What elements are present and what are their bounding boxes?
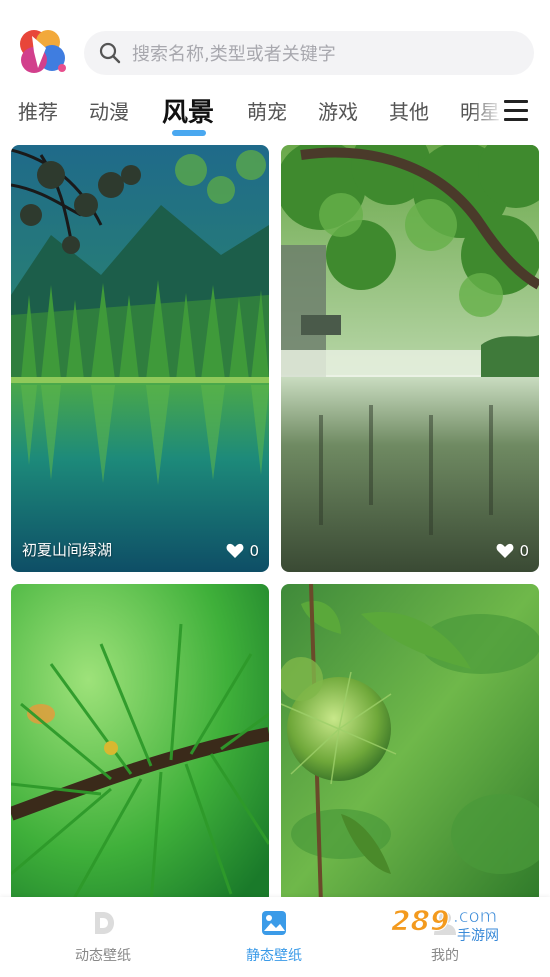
dynamic-wallpaper-icon (95, 912, 114, 934)
app-logo-icon[interactable] (12, 22, 70, 80)
nav-label: 我的 (431, 948, 459, 964)
tab-anime[interactable]: 动漫 (89, 96, 129, 125)
tab-scenery[interactable]: 风景 (162, 92, 214, 129)
heart-icon (497, 543, 514, 558)
wallpaper-card[interactable] (281, 584, 539, 904)
search-icon (99, 42, 121, 64)
svg-text:289: 289 (391, 904, 449, 937)
like-number: 0 (249, 542, 259, 560)
tab-other[interactable]: 其他 (389, 96, 429, 125)
site-watermark-logo: 289 .com 手游网 (391, 904, 500, 945)
wallpaper-title: 初夏山间绿湖 (22, 541, 113, 559)
wallpaper-card[interactable]: 初夏山间绿湖 0 (11, 145, 269, 572)
nav-label: 静态壁纸 (246, 948, 302, 964)
svg-text:.com: .com (453, 906, 497, 927)
wallpaper-thumbnail (11, 145, 269, 572)
static-wallpaper-icon (262, 911, 286, 935)
wallpaper-thumbnail (11, 584, 269, 904)
wallpaper-thumbnail (281, 145, 539, 572)
search-placeholder: 搜索名称,类型或者关键字 (132, 44, 336, 65)
wallpaper-card[interactable] (11, 584, 269, 904)
tab-games[interactable]: 游戏 (318, 96, 358, 125)
category-tabs: 推荐 动漫 风景 萌宠 游戏 其他 明星 (0, 92, 550, 140)
wallpaper-card[interactable]: 0 (281, 145, 539, 572)
active-tab-indicator (172, 130, 206, 136)
tab-recommend[interactable]: 推荐 (18, 96, 58, 125)
tab-pets[interactable]: 萌宠 (247, 96, 287, 125)
nav-static-wallpaper[interactable]: 静态壁纸 (214, 909, 334, 965)
like-count[interactable]: 0 (226, 542, 259, 560)
nav-label: 动态壁纸 (75, 948, 131, 964)
wallpaper-thumbnail (281, 584, 539, 904)
nav-dynamic-wallpaper[interactable]: 动态壁纸 (43, 909, 163, 965)
svg-text:手游网: 手游网 (457, 928, 499, 944)
search-bar[interactable]: 搜索名称,类型或者关键字 (84, 31, 534, 75)
like-count[interactable]: 0 (496, 542, 529, 560)
heart-icon (227, 543, 244, 558)
header: 搜索名称,类型或者关键字 (0, 0, 550, 92)
menu-icon[interactable] (504, 100, 528, 122)
like-number: 0 (519, 542, 529, 560)
